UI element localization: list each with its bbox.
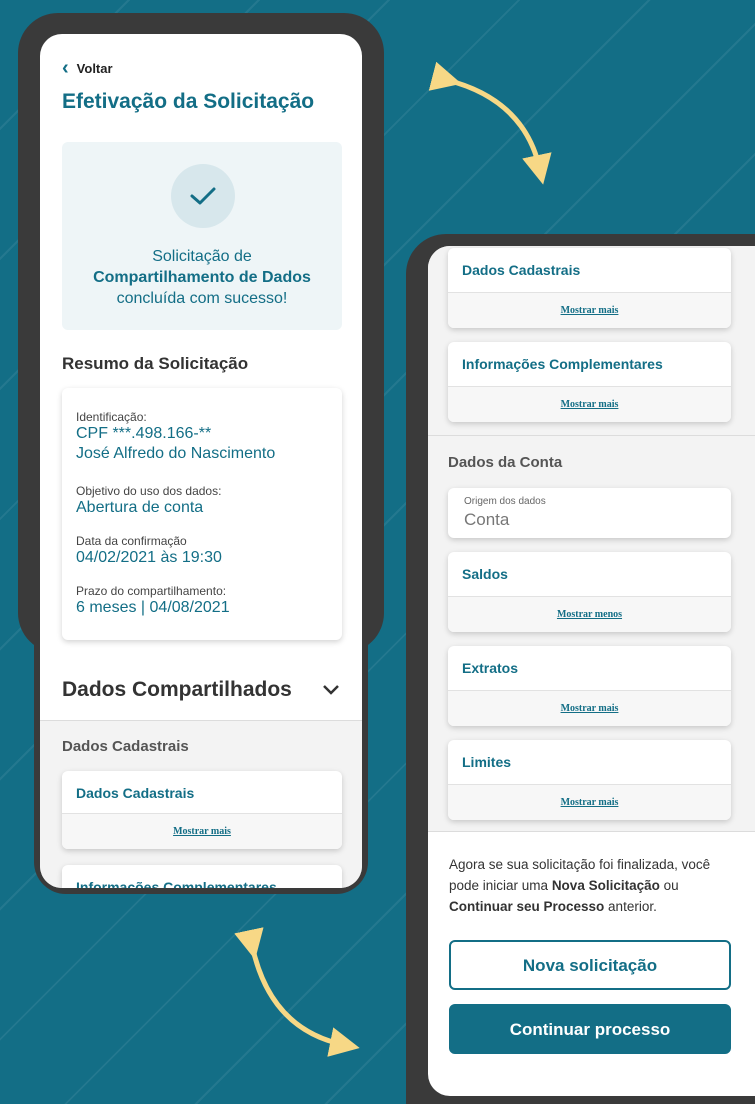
final-message: Agora se sua solicitação foi finalizada,… — [449, 857, 711, 914]
page-title: Efetivação da Solicitação — [62, 90, 315, 113]
back-button[interactable]: ‹ Voltar — [62, 58, 113, 78]
card-dados-cadastrais: Dados Cadastrais Mostrar mais — [448, 248, 731, 328]
shared-data-section: Dados Cadastrais Dados Cadastrais Mostra… — [40, 720, 362, 888]
new-request-button[interactable]: Nova solicitação — [449, 940, 731, 990]
back-label: Voltar — [76, 60, 113, 76]
left-phone-screen: ‹ Voltar Efetivação da Solicitação Solic… — [40, 34, 362, 888]
shared-data-heading: Dados Compartilhados — [62, 678, 292, 701]
card-extratos: Extratos Mostrar mais — [448, 646, 731, 726]
card-informacoes-complementares: Informações Complementares Mostrar mais — [448, 342, 731, 422]
summary-sharing-period: Prazo do compartilhamento: 6 meses | 04/… — [76, 584, 230, 616]
show-more-link[interactable]: Mostrar mais — [448, 784, 731, 820]
summary-heading: Resumo da Solicitação — [62, 354, 249, 373]
check-icon — [171, 164, 235, 228]
show-more-link[interactable]: Mostrar mais — [448, 690, 731, 726]
show-more-link[interactable]: Mostrar mais — [62, 813, 342, 849]
arrow-top — [428, 61, 552, 185]
chevron-left-icon: ‹ — [62, 57, 69, 79]
card-limites: Limites Mostrar mais — [448, 740, 731, 820]
summary-purpose: Objetivo do uso dos dados: Abertura de c… — [76, 484, 222, 516]
shared-data-accordion[interactable]: Dados Compartilhados — [62, 678, 340, 702]
continue-process-button[interactable]: Continuar processo — [449, 1004, 731, 1054]
account-data-section: Dados da Conta Origem dos dados Conta Sa… — [428, 436, 755, 832]
success-panel: Solicitação de Compartilhamento de Dados… — [62, 142, 342, 330]
account-heading: Dados da Conta — [448, 454, 563, 471]
right-phone-screen: Dados Cadastrais Mostrar mais Informaçõe… — [428, 246, 755, 1096]
summary-identification: Identificação: CPF ***.498.166-** José A… — [76, 410, 276, 462]
arrow-bottom — [234, 927, 360, 1057]
origin-field: Origem dos dados Conta — [448, 488, 731, 538]
summary-confirmation-date: Data da confirmação 04/02/2021 às 19:30 — [76, 534, 222, 566]
card-dados-cadastrais: Dados Cadastrais Mostrar mais — [62, 771, 342, 849]
card-saldos: Saldos Mostrar menos — [448, 552, 731, 632]
card-informacoes-complementares: Informações Complementares — [62, 865, 342, 888]
show-less-link[interactable]: Mostrar menos — [448, 596, 731, 632]
personal-data-section: Dados Cadastrais Mostrar mais Informaçõe… — [428, 246, 755, 436]
show-more-link[interactable]: Mostrar mais — [448, 386, 731, 422]
summary-card: Identificação: CPF ***.498.166-** José A… — [62, 388, 342, 640]
chevron-down-icon — [323, 685, 339, 695]
success-message: Solicitação de Compartilhamento de Dados… — [93, 248, 311, 307]
show-more-link[interactable]: Mostrar mais — [448, 292, 731, 328]
group-label: Dados Cadastrais — [62, 738, 189, 755]
